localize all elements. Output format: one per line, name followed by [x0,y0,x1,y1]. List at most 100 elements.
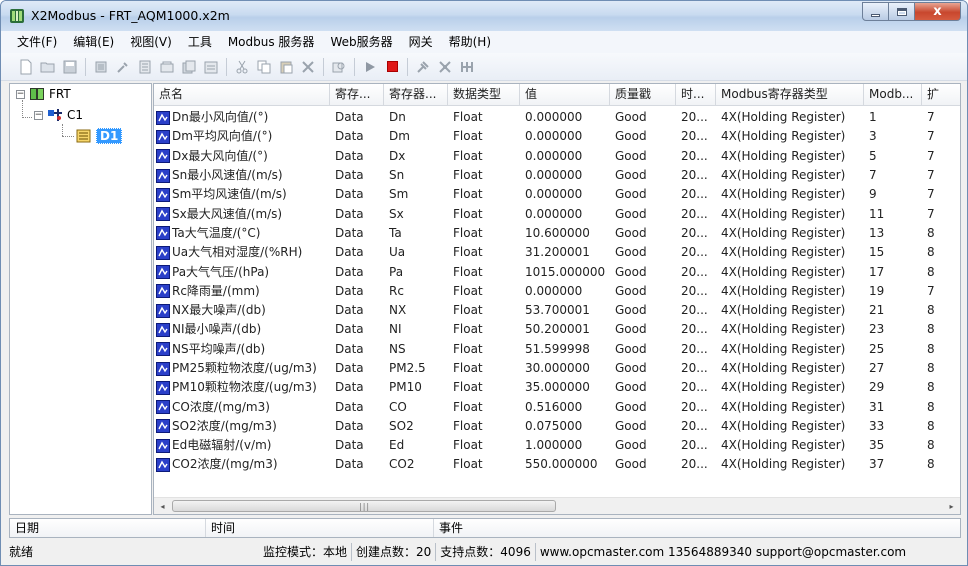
col-header-time[interactable]: 时... [676,84,716,106]
new-file-button[interactable] [15,56,37,78]
table-row[interactable]: Rc降雨量/(mm) Data Rc Float 0.000000 Good 20... 4X… [154,282,960,301]
log-col-date[interactable]: 日期 [10,519,206,537]
col-header-name[interactable]: 点名 [154,84,330,106]
copy-device-button[interactable] [178,56,200,78]
delete-button[interactable] [297,56,319,78]
table-row[interactable]: Ta大气温度/(°C) Data Ta Float 10.600000 Good 20...… [154,224,960,243]
menu-help[interactable]: 帮助(H) [441,31,499,53]
network-button[interactable] [434,56,456,78]
table-row[interactable]: Dx最大风向值/(°) Data Dx Float 0.000000 Good 20... 4… [154,147,960,166]
tree-label: C1 [67,108,84,122]
tree-item-c1[interactable]: − C1 [34,108,83,122]
menu-view[interactable]: 视图(V) [122,31,180,53]
tag-icon [156,129,170,144]
network-settings-button[interactable] [456,56,478,78]
scrollbar-thumb[interactable]: ||| [172,500,556,512]
collapse-toggle[interactable]: − [16,89,25,99]
cell-modbus-register-type: 4X(Holding Register) [721,322,846,337]
window-title: X2Modbus - FRT_AQM1000.x2m [31,8,230,23]
log-col-time[interactable]: 时间 [206,519,434,537]
cell-time: 20... [681,110,708,125]
cell-value: 53.700001 [525,303,590,318]
title-bar[interactable]: X2Modbus - FRT_AQM1000.x2m x [1,1,967,31]
stop-button[interactable] [381,56,403,78]
table-header: 点名 寄存... 寄存器... 数据类型 值 质量戳 时... Modbus寄存… [154,84,960,106]
cell-value: 0.000000 [525,148,583,163]
tag-icon [156,380,170,395]
table-row[interactable]: Sx最大风速值/(m/s) Data Sx Float 0.000000 Good 20..… [154,204,960,223]
table-row[interactable]: CO2浓度/(mg/m3) Data CO2 Float 550.000000 Good 2… [154,455,960,474]
new-device-button[interactable] [112,56,134,78]
table-row[interactable]: NI最小噪声/(db) Data NI Float 50.200001 Good 20...… [154,320,960,339]
cell-value: 0.000000 [525,187,583,202]
col-header-quality[interactable]: 质量戳 [610,84,676,106]
table-row[interactable]: CO浓度/(mg/m3) Data CO Float 0.516000 Good 20...… [154,397,960,417]
start-button[interactable] [359,56,381,78]
menu-edit[interactable]: 编辑(E) [65,31,122,53]
table-row[interactable]: PM25颗粒物浓度/(ug/m3) Data PM2.5 Float 30.000000… [154,359,960,378]
toolbar-separator [354,57,355,76]
col-header-value[interactable]: 值 [520,84,610,106]
tool-button[interactable] [412,56,434,78]
col-header-modbus-address[interactable]: Modb... [864,84,922,106]
close-button[interactable]: x [915,2,961,21]
paste-button[interactable] [275,56,297,78]
table-row[interactable]: Sn最小风速值/(m/s) Data Sn Float 0.000000 Good 20..… [154,166,960,185]
tag-icon [156,438,170,453]
menu-web-server[interactable]: Web服务器 [322,31,400,53]
tree-connector [22,100,23,118]
cell-modbus-register-type: 4X(Holding Register) [721,438,846,453]
maximize-button[interactable] [889,2,915,21]
table-row[interactable]: Ua大气相对湿度/(%RH) Data Ua Float 31.200001 Good 20… [154,243,960,262]
menu-gateway[interactable]: 网关 [401,31,441,53]
cell-name: Sm平均风速值/(m/s) [154,185,330,204]
tag-list[interactable]: 点名 寄存... 寄存器... 数据类型 值 质量戳 时... Modbus寄存… [153,83,961,515]
cell-modbus-address: 11 [869,206,885,221]
table-row[interactable]: Ed电磁辐射/(v/m) Data Ed Float 1.000000 Good 20...… [154,436,960,455]
paste-device-button[interactable] [200,56,222,78]
col-header-register[interactable]: 寄存器... [384,84,448,106]
menu-file[interactable]: 文件(F) [9,31,65,53]
minimize-button[interactable] [862,2,889,21]
new-tag-button[interactable] [134,56,156,78]
scroll-right-arrow[interactable]: ▸ [943,498,960,514]
close-icon: x [933,4,942,19]
horizontal-scrollbar[interactable]: ◂ ||| ▸ [154,497,960,514]
table-row[interactable]: Pa大气气压/(hPa) Data Pa Float 1015.000000 Good 20… [154,262,960,281]
cell-modbus-register-type: 4X(Holding Register) [721,264,846,279]
search-button[interactable] [328,56,350,78]
properties-button[interactable] [156,56,178,78]
tree-item-d1[interactable]: D1 [76,128,123,144]
open-button[interactable] [37,56,59,78]
col-header-data-type[interactable]: 数据类型 [448,84,520,106]
col-header-register-block[interactable]: 寄存... [330,84,384,106]
log-col-event[interactable]: 事件 [434,519,960,537]
scroll-left-arrow[interactable]: ◂ [154,498,171,514]
new-channel-button[interactable] [90,56,112,78]
table-row[interactable]: Dn最小风向值/(°) Data Dn Float 0.000000 Good 20... 4… [154,108,960,127]
col-header-extra[interactable]: 扩 [922,84,960,106]
cut-button[interactable] [231,56,253,78]
event-log[interactable]: 日期 时间 事件 [9,518,961,538]
save-button[interactable] [59,56,81,78]
table-row[interactable]: SO2浓度/(mg/m3) Data SO2 Float 0.075000 Good 20.… [154,417,960,436]
collapse-toggle[interactable]: − [34,110,43,120]
cell-name: CO浓度/(mg/m3) [154,398,330,417]
table-row[interactable]: Dm平均风向值/(°) Data Dm Float 0.000000 Good 20... 4… [154,127,960,146]
new-file-icon [20,59,32,74]
project-tree[interactable]: − FRT − C1 D1 [9,83,152,515]
cell-data-type: Float [453,380,483,395]
cell-register: CO2 [389,457,415,472]
table-row[interactable]: PM10颗粒物浓度/(ug/m3) Data PM10 Float 35.000000 G… [154,378,960,397]
tag-icon [156,149,170,164]
tree-item-frt[interactable]: − FRT [16,87,71,101]
table-row[interactable]: NX最大噪声/(db) Data NX Float 53.700001 Good 20...… [154,301,960,320]
table-row[interactable]: Sm平均风速值/(m/s) Data Sm Float 0.000000 Good 20..… [154,185,960,204]
channel-icon [48,109,62,121]
copy-button[interactable] [253,56,275,78]
tag-icon [156,207,170,222]
menu-modbus-server[interactable]: Modbus 服务器 [220,31,323,53]
menu-tools[interactable]: 工具 [180,31,220,53]
col-header-modbus-register-type[interactable]: Modbus寄存器类型 [716,84,864,106]
table-row[interactable]: NS平均噪声/(db) Data NS Float 51.599998 Good 20...… [154,340,960,359]
